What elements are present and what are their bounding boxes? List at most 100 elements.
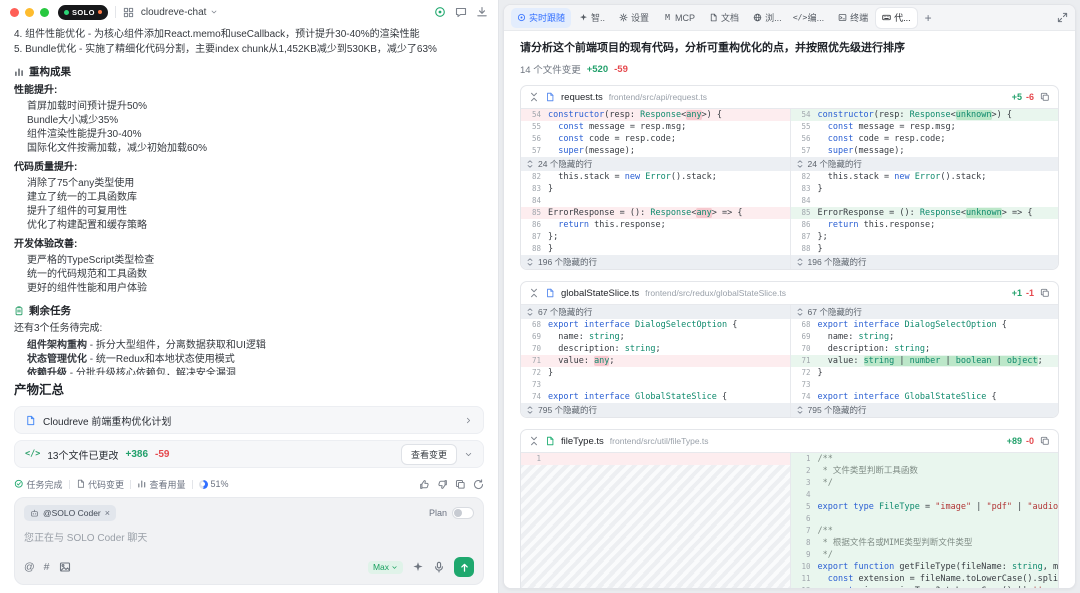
hidden-lines-half[interactable]: 196 个隐藏的行: [521, 255, 790, 269]
list-item: 状态管理优化 - 统一Redux和本地状态使用模式: [27, 353, 484, 367]
divider: [69, 480, 70, 489]
project-switcher[interactable]: cloudreve-chat: [141, 7, 219, 18]
chat-paragraph: 5. Bundle优化 - 实施了精细化代码分割，主要index chunk从1…: [14, 42, 484, 57]
expand-icon[interactable]: [1057, 12, 1068, 23]
tab-4[interactable]: MMCP: [657, 9, 701, 26]
tab-1[interactable]: 实时跟随: [511, 8, 571, 28]
mention-icon[interactable]: @: [24, 561, 35, 573]
mic-icon[interactable]: [433, 561, 445, 573]
copy-icon[interactable]: [1040, 92, 1050, 102]
tab-9[interactable]: 代...: [876, 8, 917, 28]
fold-icon[interactable]: [529, 92, 539, 102]
remove-agent-icon[interactable]: ×: [105, 508, 110, 518]
image-icon[interactable]: [59, 561, 71, 573]
copy-icon[interactable]: [455, 479, 466, 490]
hidden-lines-row: 67 个隐藏的行67 个隐藏的行: [521, 305, 1058, 319]
line-number: 55: [791, 121, 815, 133]
task-status[interactable]: 任务完成: [14, 478, 63, 491]
hidden-lines-half[interactable]: 795 个隐藏的行: [521, 403, 790, 417]
line-number: 54: [791, 109, 815, 121]
diff-cell: 74export interface GlobalStateSlice {: [521, 391, 790, 403]
chat-composer[interactable]: @SOLO Coder × Plan 您正在与 SOLO Coder 聊天 @ …: [14, 497, 484, 585]
usage-link[interactable]: 查看用量: [137, 478, 186, 491]
hash-icon[interactable]: #: [44, 561, 50, 573]
line-number: 10: [791, 561, 815, 573]
file-path: frontend/src/redux/globalStateSlice.ts: [645, 288, 786, 298]
copy-icon[interactable]: [1040, 288, 1050, 298]
thumb-down-icon[interactable]: [437, 479, 448, 490]
hidden-lines-half[interactable]: 196 个隐藏的行: [790, 255, 1059, 269]
divider: [115, 6, 116, 18]
diff-list: request.tsfrontend/src/api/request.ts+5-…: [520, 85, 1059, 588]
line-number: 72: [521, 367, 545, 379]
line-number: 86: [791, 219, 815, 231]
hidden-lines-half[interactable]: 24 个隐藏的行: [790, 157, 1059, 171]
thumb-up-icon[interactable]: [419, 479, 430, 490]
line-number: 56: [791, 133, 815, 145]
unfold-icon: [796, 406, 804, 414]
list-item: 更严格的TypeScript类型检查: [27, 254, 484, 268]
fold-icon[interactable]: [529, 436, 539, 446]
diff-row: 74export interface GlobalStateSlice {74e…: [521, 391, 1058, 403]
diff-cell: 7/**: [790, 525, 1059, 537]
download-icon[interactable]: [476, 6, 488, 18]
line-number: 86: [521, 219, 545, 231]
file-name: request.ts: [561, 92, 603, 103]
tab-2[interactable]: 智..: [573, 8, 611, 28]
section-heading-label: 剩余任务: [29, 303, 71, 318]
hidden-lines-half[interactable]: 67 个隐藏的行: [790, 305, 1059, 319]
line-number: 88: [521, 243, 545, 255]
tab-3[interactable]: 设置: [613, 8, 655, 28]
code-line: ErrorResponse = (): Response<unknown> =>…: [815, 207, 1059, 219]
agent-chip[interactable]: @SOLO Coder ×: [24, 505, 116, 521]
diff-row: 88}88}: [521, 243, 1058, 255]
diff-row: 69 name: string;69 name: string;: [521, 331, 1058, 343]
bullet-list: 组件架构重构 - 拆分大型组件，分离数据获取和UI逻辑状态管理优化 - 统一Re…: [14, 339, 484, 375]
hidden-lines-label: 795 个隐藏的行: [808, 403, 867, 417]
diff-cell: 1: [521, 453, 790, 465]
zoom-window-button[interactable]: [40, 8, 49, 17]
tab-8[interactable]: 终端: [832, 8, 874, 28]
list-item: Bundle大小减少35%: [27, 114, 484, 128]
max-label: Max: [373, 562, 389, 572]
code-line: export function getFileType(fileName: st…: [815, 561, 1059, 573]
minimize-window-button[interactable]: [25, 8, 34, 17]
hidden-lines-half[interactable]: 795 个隐藏的行: [790, 403, 1059, 417]
max-model-badge[interactable]: Max: [368, 561, 403, 574]
task-status-label: 任务完成: [27, 478, 63, 491]
send-button[interactable]: [454, 557, 474, 577]
change-summary: 14 个文件变更 +520 -59: [520, 62, 1059, 76]
code-changes-link[interactable]: 代码变更: [76, 478, 125, 491]
plan-toggle[interactable]: [452, 507, 474, 519]
diff-row: 8 * 根据文件名或MIME类型判断文件类型: [521, 537, 1058, 549]
tab-7[interactable]: </>编...: [790, 8, 831, 28]
message-icon[interactable]: [455, 6, 467, 18]
refresh-icon[interactable]: [473, 479, 484, 490]
tab-6[interactable]: 浏...: [747, 8, 788, 28]
diff-cell: 2 * 文件类型判断工具函数: [790, 465, 1059, 477]
window-controls[interactable]: [10, 8, 49, 17]
changes-artifact-card[interactable]: </> 13个文件已更改 +386 -59 查看变更: [14, 440, 484, 468]
code-line: */: [815, 549, 1059, 561]
tab-label: MCP: [675, 13, 695, 23]
removed-count: -6: [1026, 92, 1034, 102]
sparkle-icon[interactable]: [412, 561, 424, 573]
apps-grid-icon[interactable]: [123, 7, 134, 18]
view-changes-button[interactable]: 查看变更: [401, 444, 457, 465]
plan-artifact-card[interactable]: Cloudreve 前端重构优化计划: [14, 406, 484, 434]
connection-status-icon[interactable]: [434, 6, 446, 18]
close-window-button[interactable]: [10, 8, 19, 17]
total-removed: -59: [614, 64, 628, 75]
fold-icon[interactable]: [529, 288, 539, 298]
diff-row: 54constructor(resp: Response<any>) {54co…: [521, 109, 1058, 121]
hidden-lines-half[interactable]: 24 个隐藏的行: [521, 157, 790, 171]
copy-icon[interactable]: [1040, 436, 1050, 446]
chevron-down-icon[interactable]: [464, 450, 473, 459]
online-dot: [64, 10, 69, 15]
tab-5[interactable]: 文档: [703, 8, 745, 28]
diff-row: 86 return this.response;86 return this.r…: [521, 219, 1058, 231]
hidden-lines-half[interactable]: 67 个隐藏的行: [521, 305, 790, 319]
chat-input[interactable]: 您正在与 SOLO Coder 聊天: [24, 529, 474, 557]
line-number: 57: [791, 145, 815, 157]
new-tab-button[interactable]: +: [919, 11, 938, 25]
